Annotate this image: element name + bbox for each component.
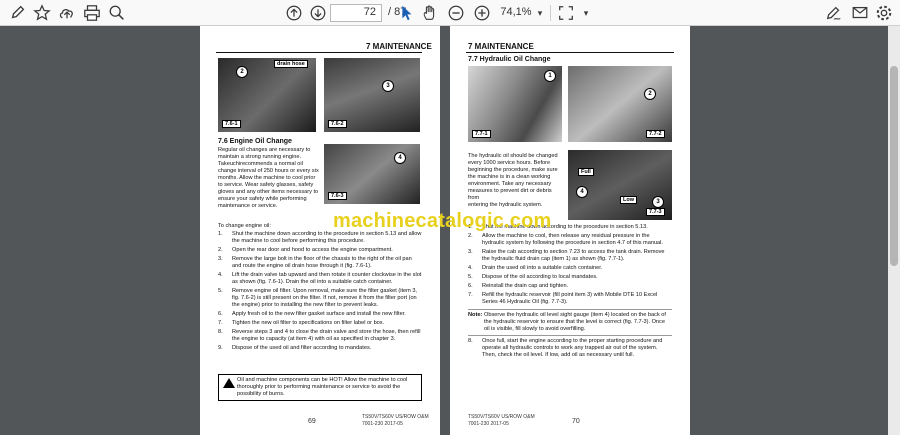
intro-line: measures to prevent dirt or debris from: [468, 188, 552, 201]
intro-line: environment. Take any necessary: [468, 181, 552, 187]
page-number: 70: [572, 418, 580, 425]
procedure-steps: 1. Shut the machine down according to the…: [468, 224, 672, 361]
procedure-intro: To change engine oil:: [218, 223, 271, 229]
figure-7-7-1: 1 7.7-1: [468, 66, 562, 142]
warning-text: Oil and machine components can be HOT! A…: [237, 377, 408, 397]
intro-line: maintenance or service.: [218, 203, 278, 209]
intro-line: Regular oil changes are necessary to: [218, 147, 311, 153]
figure-label: 7.6-1: [222, 120, 241, 128]
step-item: 7. Refill the hydraulic reservoir (fill p…: [468, 292, 658, 305]
figure-7-6-1: drain hose 2 7.6-1: [218, 58, 316, 132]
step-item: 2. Open the rear door and hood to access …: [218, 247, 393, 253]
intro-line: the machine is in a clean working: [468, 174, 551, 180]
search-icon[interactable]: [107, 3, 127, 23]
page-down-icon[interactable]: [308, 3, 328, 23]
step-item: 9. Dispose of the used oil and filter acc…: [218, 345, 372, 351]
callout-1: 1: [544, 70, 556, 82]
intro-line: change interval of 250 hours or every si…: [218, 168, 319, 174]
page-number: 69: [308, 418, 316, 425]
figure-label: 7.7-3: [646, 208, 665, 216]
section-title: 7.6 Engine Oil Change: [218, 138, 292, 145]
intro-line: every 1000 service hours. Before: [468, 160, 551, 166]
chevron-down-icon[interactable]: ▾: [580, 3, 592, 23]
intro-line: entering the hydraulic system.: [468, 202, 543, 208]
step-item: 2. Allow the machine to cool, then releas…: [468, 233, 663, 246]
intro-line: Takeuchirecommends a normal oil: [218, 161, 303, 167]
callout-3: 3: [652, 196, 664, 208]
note-item: Note: Observe the hydraulic oil level sig…: [468, 309, 672, 333]
step-item: 5. Dispose of the oil according to local …: [468, 274, 598, 280]
figure-label: 7.7-1: [472, 130, 491, 138]
select-cursor-icon[interactable]: [396, 3, 416, 23]
figure-label: 7.6-2: [328, 120, 347, 128]
settings-icon[interactable]: [874, 3, 894, 23]
star-icon[interactable]: [32, 3, 52, 23]
zoom-level-select[interactable]: 74,1%: [494, 4, 538, 24]
procedure-steps: 1. Shut the machine down according to the…: [218, 231, 422, 354]
step-item: 4. Drain the used oil into a suitable cat…: [468, 265, 603, 271]
footer-model: TS50V/TS60V US/ROW O&M: [362, 414, 429, 420]
page-up-icon[interactable]: [284, 3, 304, 23]
intro-line: gloves and any other items necessary to: [218, 189, 319, 195]
step-item: 8. Once full, start the engine according …: [468, 335, 672, 359]
step-item: 4. Lift the drain valve tab upward and th…: [218, 272, 422, 285]
callout-4: 4: [394, 152, 406, 164]
callout-3: 3: [382, 80, 394, 92]
toolbar-separator: [550, 5, 551, 21]
chevron-down-icon[interactable]: ▾: [534, 3, 546, 23]
drain-hose-label: drain hose: [274, 60, 308, 68]
figure-7-6-3: 4 7.6-3: [324, 144, 420, 204]
section-intro: The hydraulic oil should be changed ever…: [468, 153, 564, 209]
header-rule: [466, 52, 674, 53]
intro-line: months. Allow the machine to cool prior: [218, 175, 316, 181]
vertical-scrollbar[interactable]: [888, 26, 900, 435]
sign-icon[interactable]: [824, 3, 844, 23]
warning-icon: [223, 378, 235, 388]
section-title: 7.7 Hydraulic Oil Change: [468, 56, 551, 63]
scrollbar-thumb[interactable]: [890, 66, 898, 266]
pdf-toolbar: 72 / 87 74,1% ▾ ▾: [0, 0, 900, 26]
step-item: 1. Shut the machine down according to the…: [218, 231, 422, 244]
intro-line: to service. Wear safety glasses, safety: [218, 182, 314, 188]
warning-box: Oil and machine components can be HOT! A…: [218, 374, 422, 401]
figure-7-7-2: 2 7.7-2: [568, 66, 672, 142]
page-number-input[interactable]: 72: [330, 4, 382, 22]
print-icon[interactable]: [82, 3, 102, 23]
footer-doc: 7001-230 2017-05: [362, 421, 403, 427]
intro-line: ensure your safety while performing: [218, 196, 307, 202]
figure-7-6-2: 3 7.6-2: [324, 58, 420, 132]
intro-line: beginning the procedure, make sure: [468, 167, 558, 173]
step-item: 3. Remove the large bolt in the floor of …: [218, 256, 412, 269]
zoom-in-icon[interactable]: [472, 3, 492, 23]
low-label: Low: [620, 196, 637, 204]
pen-icon[interactable]: [8, 3, 28, 23]
intro-line: The hydraulic oil should be changed: [468, 153, 558, 159]
footer-model: TS50V/TS60V US/ROW O&M: [468, 414, 535, 420]
full-label: Full: [578, 168, 594, 176]
callout-2: 2: [644, 88, 656, 100]
page-header: 7 MAINTENANCE: [366, 42, 432, 51]
step-item: 3. Raise the cab according to section 7.2…: [468, 249, 665, 262]
intro-line: maintain a strong running engine.: [218, 154, 302, 160]
callout-4: 4: [576, 186, 588, 198]
step-item: 5. Remove engine oil filter. Upon removal…: [218, 288, 417, 308]
step-item: 8. Reverse steps 3 and 4 to close the dra…: [218, 329, 421, 342]
callout-2: 2: [236, 66, 248, 78]
page-header: 7 MAINTENANCE: [468, 42, 534, 51]
watermark-text: machinecatalogic.com: [333, 210, 552, 232]
header-rule: [216, 52, 422, 53]
step-item: 6. Apply fresh oil to the new filter gask…: [218, 311, 406, 317]
figure-7-7-3: Full Low 4 3 7.7-3: [568, 150, 672, 220]
hand-tool-icon[interactable]: [420, 3, 440, 23]
comment-icon[interactable]: [850, 3, 870, 23]
footer-doc: 7001-230 2017-05: [468, 421, 509, 427]
figure-label: 7.7-2: [646, 130, 665, 138]
section-intro: Regular oil changes are necessary to mai…: [218, 147, 322, 210]
cloud-upload-icon[interactable]: [57, 3, 77, 23]
figure-label: 7.6-3: [328, 192, 347, 200]
fit-page-icon[interactable]: [556, 3, 576, 23]
step-item: 7. Tighten the new oil filter to specific…: [218, 320, 385, 326]
step-item: 6. Reinstall the drain cap and tighten.: [468, 283, 569, 289]
zoom-out-icon[interactable]: [446, 3, 466, 23]
